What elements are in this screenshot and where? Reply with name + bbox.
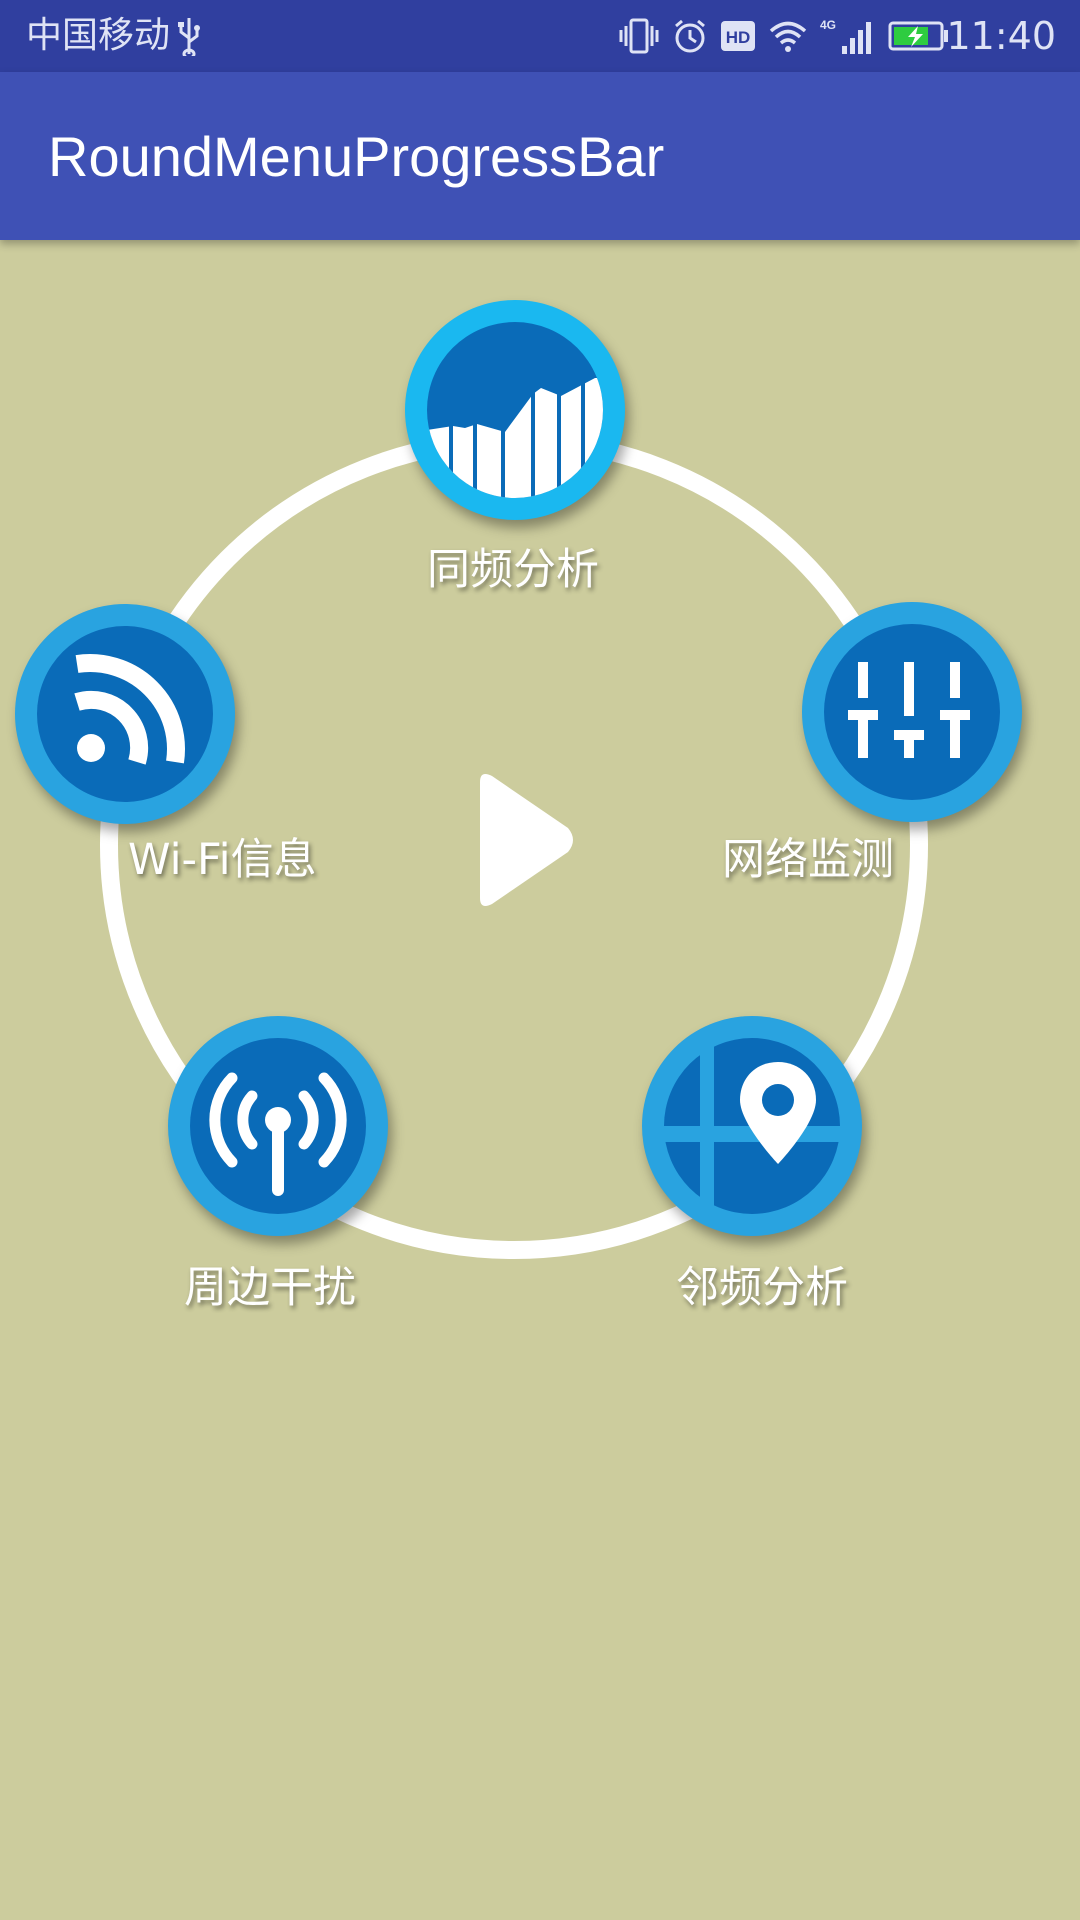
bar-chart-icon — [427, 322, 603, 498]
menu-item-label: 邻频分析 — [676, 1263, 848, 1313]
antenna-icon — [190, 1038, 366, 1214]
menu-item-label: 同频分析 — [427, 545, 599, 595]
rss-icon — [37, 626, 213, 802]
map-pin-icon — [664, 1038, 840, 1214]
equalizer-icon — [824, 624, 1000, 800]
menu-item-same-channel-analysis[interactable] — [405, 300, 625, 520]
progress-ring — [100, 431, 928, 1259]
menu-item-surrounding-interference[interactable] — [168, 1016, 388, 1236]
menu-item-wifi-info[interactable] — [15, 604, 235, 824]
play-icon[interactable] — [470, 770, 580, 910]
menu-item-label: Wi-Fi信息 — [128, 835, 317, 885]
menu-item-label: 网络监测 — [722, 835, 894, 885]
menu-item-label: 周边干扰 — [184, 1263, 356, 1313]
menu-item-network-monitoring[interactable] — [802, 602, 1022, 822]
menu-item-adjacent-channel-analysis[interactable] — [642, 1016, 862, 1236]
